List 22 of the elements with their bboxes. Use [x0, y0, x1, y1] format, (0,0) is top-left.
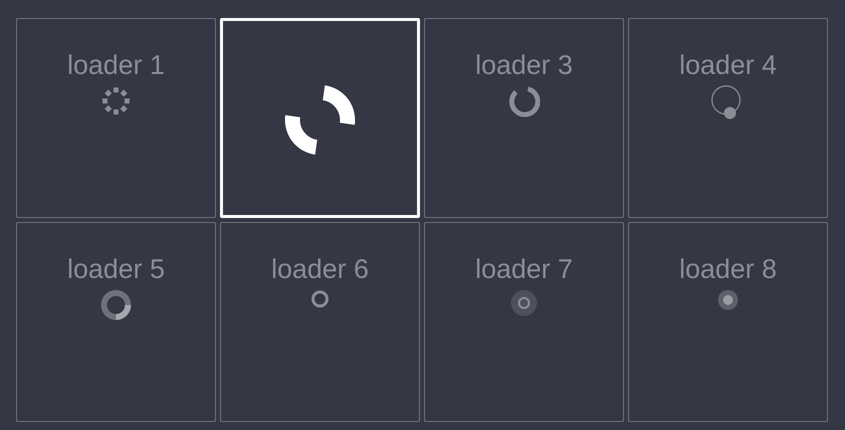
spinner-icon: [510, 289, 538, 317]
loader-tile[interactable]: loader 1: [16, 18, 216, 218]
loader-label: loader 1: [67, 49, 165, 81]
loader-tile[interactable]: loader 8: [628, 222, 828, 422]
spinner-icon: [310, 289, 330, 309]
loader-tile[interactable]: loader 5: [16, 222, 216, 422]
loader-label: loader 8: [679, 253, 777, 285]
spinner-icon: [100, 289, 132, 321]
loader-tile[interactable]: [220, 18, 420, 218]
loader-label: loader 5: [67, 253, 165, 285]
loader-label: loader 4: [679, 49, 777, 81]
loader-label: loader 6: [271, 253, 369, 285]
loader-tile[interactable]: loader 7: [424, 222, 624, 422]
spinner-icon: [508, 85, 540, 117]
loader-tile[interactable]: loader 4: [628, 18, 828, 218]
spinner-icon: [283, 83, 357, 157]
loader-tile[interactable]: loader 3: [424, 18, 624, 218]
loader-label: loader 7: [475, 253, 573, 285]
loader-label: loader 3: [475, 49, 573, 81]
loader-tile[interactable]: loader 6: [220, 222, 420, 422]
spinner-icon: [100, 85, 132, 117]
spinner-icon: [717, 289, 739, 311]
